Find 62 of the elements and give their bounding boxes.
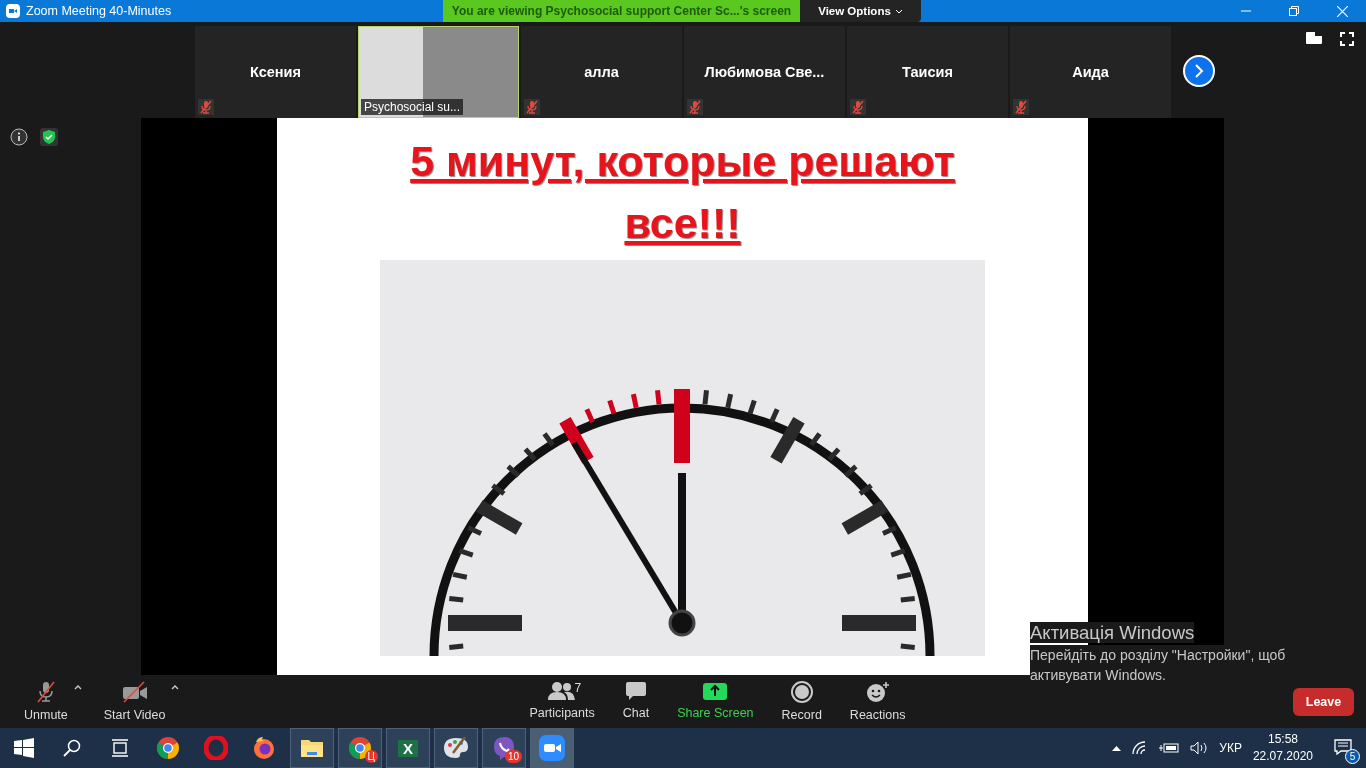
video-camera-icon bbox=[6, 4, 20, 18]
caret-up-icon[interactable] bbox=[171, 685, 180, 690]
chevron-right-icon bbox=[1194, 64, 1204, 78]
share-screen-icon bbox=[702, 681, 729, 701]
reactions-button[interactable]: Reactions bbox=[849, 681, 906, 722]
leave-button[interactable]: Leave bbox=[1293, 688, 1354, 716]
view-options-button[interactable]: View Options bbox=[800, 0, 921, 22]
folder-icon[interactable] bbox=[300, 738, 324, 758]
opera-logo-icon[interactable] bbox=[204, 736, 228, 760]
speaker-icon[interactable] bbox=[1190, 741, 1209, 755]
smiley-plus-icon bbox=[865, 681, 890, 703]
info-icon[interactable] bbox=[10, 128, 28, 146]
participant-name: алла bbox=[584, 64, 619, 80]
firefox-logo-icon[interactable] bbox=[252, 736, 276, 760]
fullscreen-icon[interactable] bbox=[1340, 32, 1354, 46]
participant-tile[interactable]: Таисия bbox=[847, 26, 1008, 118]
notification-count: 5 bbox=[1345, 748, 1360, 764]
video-camera-icon[interactable] bbox=[539, 735, 565, 761]
language-indicator[interactable]: УКР bbox=[1219, 741, 1242, 755]
participant-tile[interactable]: алла bbox=[521, 26, 682, 118]
screen-share-banner: You are viewing Psychosocial support Center Sc...'s screen bbox=[443, 0, 800, 22]
slide-title: 5 минут, которые решают все!!! bbox=[409, 136, 956, 249]
search-icon[interactable] bbox=[63, 739, 81, 757]
shield-icon[interactable] bbox=[40, 128, 58, 146]
notification-center-icon[interactable] bbox=[1334, 738, 1352, 755]
participant-tile[interactable]: Ксения bbox=[195, 26, 356, 118]
video-off-icon bbox=[121, 681, 148, 703]
excel-logo-icon[interactable]: X bbox=[398, 739, 418, 757]
taskbar-clock[interactable]: 15:58 22.07.2020 bbox=[1252, 731, 1313, 765]
battery-icon[interactable] bbox=[1159, 742, 1180, 754]
chat-button[interactable]: Chat bbox=[622, 681, 650, 722]
chrome-logo-icon[interactable] bbox=[156, 736, 180, 760]
activation-title: Активація Windows bbox=[1030, 622, 1195, 643]
chat-bubble-icon bbox=[624, 681, 647, 701]
participant-tile[interactable]: Аида bbox=[1010, 26, 1171, 118]
start-video-button[interactable]: Start Video bbox=[103, 681, 166, 722]
participant-tile[interactable]: Любимова Све... bbox=[684, 26, 845, 118]
participant-name: Psychosocial su... bbox=[361, 99, 464, 115]
paint-palette-icon[interactable] bbox=[443, 737, 469, 759]
caret-up-icon[interactable] bbox=[73, 685, 82, 690]
window-title: Zoom Meeting 40-Minutes bbox=[26, 4, 172, 18]
record-icon bbox=[790, 681, 813, 703]
chevron-down-icon bbox=[894, 8, 903, 14]
participants-button[interactable]: 7 Participants bbox=[529, 681, 595, 722]
participant-name: Любимова Све... bbox=[704, 64, 825, 80]
notification-badge: 10 bbox=[504, 750, 522, 763]
restore-icon[interactable] bbox=[1289, 5, 1299, 16]
close-icon[interactable] bbox=[1336, 5, 1348, 17]
record-button[interactable]: Record bbox=[781, 681, 822, 722]
share-button[interactable]: Share Screen bbox=[677, 681, 754, 722]
participant-name: Таисия bbox=[902, 64, 953, 80]
layout-icon[interactable] bbox=[1306, 32, 1322, 44]
windows-logo-icon[interactable] bbox=[14, 738, 34, 758]
caret-up-icon[interactable] bbox=[1112, 745, 1122, 751]
participant-count: 7 bbox=[574, 681, 582, 695]
participant-name: Аида bbox=[1072, 64, 1109, 80]
unmute-button[interactable]: Unmute bbox=[24, 681, 68, 722]
task-view-icon[interactable] bbox=[111, 739, 129, 757]
next-page-button[interactable] bbox=[1183, 55, 1215, 87]
participant-tile[interactable]: Psychosocial su... bbox=[358, 26, 519, 118]
participant-name: Ксения bbox=[250, 64, 301, 80]
muted-mic-icon bbox=[34, 681, 57, 703]
